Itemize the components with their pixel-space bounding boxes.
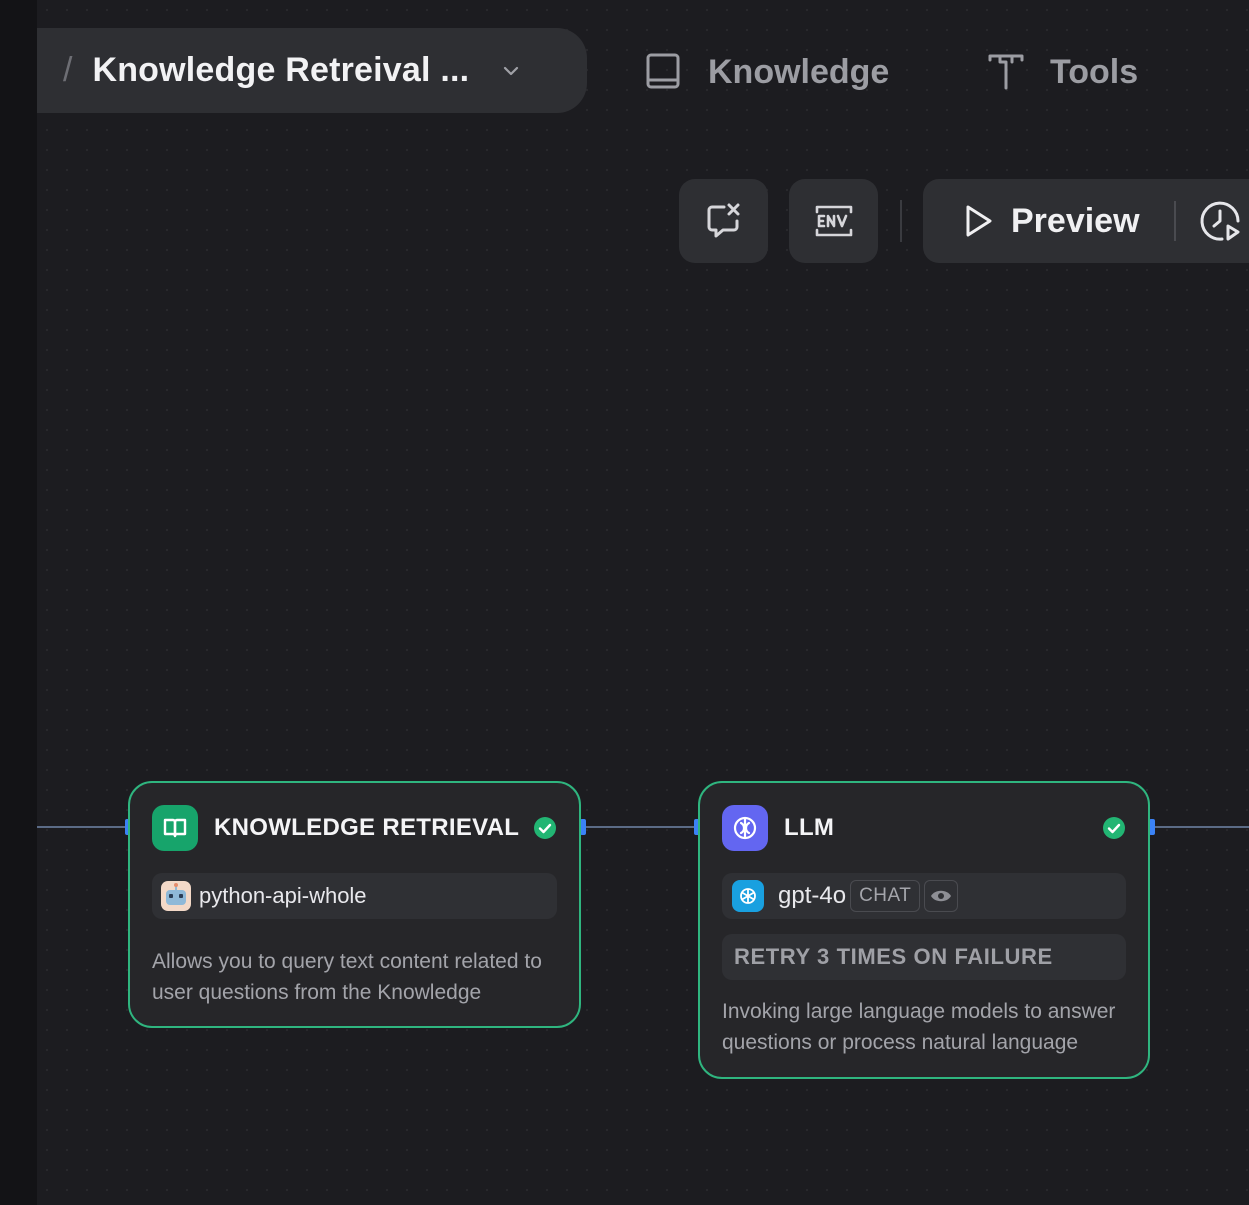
- toolbar-divider: [900, 200, 902, 242]
- workflow-editor: / Knowledge Retreival ... Knowledge Tool…: [0, 0, 1249, 1205]
- book-icon: [646, 53, 680, 89]
- edge-outgoing: [1150, 826, 1249, 828]
- node-header: LLM: [722, 805, 1126, 851]
- node-description: Allows you to query text content related…: [152, 950, 542, 1004]
- node-title: LLM: [784, 814, 835, 841]
- clear-conversation-button[interactable]: [679, 179, 768, 263]
- model-chip[interactable]: gpt-4o CHAT: [722, 873, 1126, 919]
- model-mode-tag: CHAT: [850, 880, 921, 912]
- knowledge-retrieval-node[interactable]: KNOWLEDGE RETRIEVAL python-api-whole All…: [128, 781, 581, 1028]
- clear-conversation-icon: [707, 203, 739, 238]
- tools-icon: [988, 54, 1024, 90]
- breadcrumb-separator: /: [63, 51, 73, 89]
- dataset-chip[interactable]: python-api-whole: [152, 873, 557, 919]
- node-header: KNOWLEDGE RETRIEVAL: [152, 805, 557, 851]
- openai-icon: [732, 880, 764, 912]
- dataset-name: python-api-whole: [199, 883, 367, 908]
- app-selector[interactable]: / Knowledge Retreival ...: [37, 28, 587, 113]
- edge-incoming: [37, 826, 129, 828]
- nav-knowledge[interactable]: Knowledge: [644, 42, 889, 102]
- preview-separator: [1173, 201, 1176, 241]
- edge-knowledge-to-llm: [580, 826, 698, 828]
- preview-label: Preview: [1011, 201, 1140, 240]
- success-check-icon: [1103, 817, 1125, 839]
- nav-tools-label: Tools: [1050, 52, 1139, 91]
- vision-badge: [924, 880, 959, 912]
- retry-setting: RETRY 3 TIMES ON FAILURE: [722, 934, 1126, 980]
- eye-icon: [931, 890, 952, 902]
- run-history-icon: [1200, 201, 1240, 241]
- run-history-button[interactable]: [1198, 199, 1242, 243]
- preview-button[interactable]: Preview: [963, 202, 1140, 241]
- nav-knowledge-label: Knowledge: [708, 52, 890, 91]
- play-icon: [966, 205, 992, 237]
- nav-tools[interactable]: Tools: [986, 42, 1138, 102]
- success-check-icon: [534, 817, 556, 839]
- app-title: Knowledge Retreival ...: [92, 51, 470, 89]
- llm-node[interactable]: LLM gpt-4o CHAT RETRY 3 TIMES ON FAILURE…: [698, 781, 1150, 1079]
- book-open-icon: [152, 805, 198, 851]
- node-title: KNOWLEDGE RETRIEVAL: [214, 814, 520, 841]
- preview-group: Preview: [923, 179, 1249, 263]
- env-icon: [815, 205, 852, 237]
- left-sidebar-strip: [0, 0, 37, 1205]
- llm-icon: [722, 805, 768, 851]
- env-variables-button[interactable]: [789, 179, 878, 263]
- node-description: Invoking large language models to answer…: [722, 1000, 1116, 1054]
- dataset-robot-icon: [161, 881, 191, 911]
- chevron-down-icon: [504, 66, 519, 75]
- model-name: gpt-4o: [778, 882, 847, 909]
